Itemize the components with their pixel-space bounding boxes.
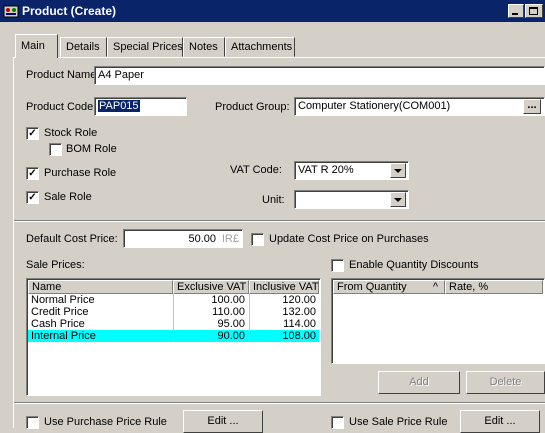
price-inclusive: 114.00 [283, 318, 316, 330]
product-name-input[interactable]: A4 Paper [94, 66, 545, 85]
sale-rule-edit-label: Edit ... [484, 415, 516, 427]
grid-line [249, 294, 250, 342]
price-exclusive: 100.00 [211, 294, 245, 306]
use-purchase-price-rule-label: Use Purchase Price Rule [44, 416, 167, 428]
column-header-inclusive[interactable]: Inclusive VAT [249, 280, 319, 294]
column-header-rate-label: Rate, % [449, 281, 489, 293]
add-button[interactable]: Add [378, 371, 460, 394]
sort-ascending-icon: ^ [432, 281, 438, 293]
tab-notes-label: Notes [189, 41, 218, 53]
sale-rule-edit-button[interactable]: Edit ... [460, 410, 540, 433]
column-header-from-quantity[interactable]: From Quantity ^ [333, 280, 445, 294]
column-header-inclusive-label: Inclusive VAT [253, 281, 319, 293]
tab-main-label: Main [21, 40, 45, 52]
update-cost-checkbox[interactable] [251, 233, 264, 246]
product-group-lookup-button[interactable]: ... [523, 99, 541, 114]
vat-code-value: VAT R 20% [298, 164, 354, 176]
enable-qty-discounts-label: Enable Quantity Discounts [349, 259, 479, 271]
column-header-rate[interactable]: Rate, % [445, 280, 543, 294]
default-cost-value: 50.00 [188, 233, 216, 245]
purchase-role-label: Purchase Role [44, 167, 117, 179]
tab-attachments[interactable]: Attachments [225, 37, 295, 57]
unit-label: Unit: [262, 194, 285, 206]
price-inclusive: 108.00 [282, 330, 316, 342]
enable-qty-discounts-checkbox[interactable] [331, 259, 344, 272]
separator [14, 402, 545, 404]
vat-code-dropdown-button[interactable] [390, 163, 406, 178]
product-name-label: Product Name: [26, 69, 100, 81]
default-cost-label: Default Cost Price: [26, 233, 118, 245]
price-exclusive: 90.00 [217, 330, 245, 342]
tab-details-label: Details [66, 41, 100, 53]
sale-role-label: Sale Role [44, 191, 92, 203]
sale-prices-table[interactable]: Name Exclusive VAT Inclusive VAT Normal … [26, 278, 321, 396]
product-name-value: A4 Paper [98, 69, 144, 81]
price-name: Credit Price [31, 306, 89, 318]
delete-button-label: Delete [489, 376, 522, 388]
stock-role-label: Stock Role [44, 127, 98, 139]
tab-notes[interactable]: Notes [183, 37, 225, 57]
tab-attachments-label: Attachments [231, 41, 293, 53]
use-purchase-price-rule-checkbox[interactable] [26, 416, 39, 429]
column-header-name-label: Name [32, 281, 62, 293]
tab-special-prices-label: Special Prices [113, 41, 183, 53]
use-sale-price-rule-checkbox[interactable] [331, 416, 344, 429]
maximize-button[interactable] [525, 4, 543, 18]
price-exclusive: 95.00 [217, 318, 245, 330]
price-name: Internal Price [31, 330, 96, 342]
minimize-icon [512, 13, 518, 15]
default-cost-input[interactable]: 50.00 IR£ [123, 229, 243, 248]
minimize-button[interactable] [508, 4, 524, 18]
purchase-role-checkbox[interactable]: ✓ [26, 167, 39, 180]
chevron-down-icon [394, 198, 402, 202]
unit-dropdown-button[interactable] [390, 192, 406, 207]
column-header-from-quantity-label: From Quantity [337, 281, 407, 293]
qty-discounts-table[interactable]: From Quantity ^ Rate, % [331, 278, 545, 364]
product-group-label: Product Group: [215, 101, 290, 113]
bom-role-checkbox[interactable] [49, 143, 62, 156]
product-code-label: Product Code: [26, 101, 97, 113]
column-header-exclusive[interactable]: Exclusive VAT [173, 280, 249, 294]
price-exclusive: 110.00 [212, 306, 245, 318]
product-code-input[interactable]: PAP015 [94, 97, 187, 116]
ellipsis-icon: ... [527, 99, 537, 111]
update-cost-label: Update Cost Price on Purchases [269, 233, 429, 245]
sale-role-checkbox[interactable]: ✓ [26, 191, 39, 204]
add-button-label: Add [409, 376, 429, 388]
chevron-down-icon [394, 169, 402, 173]
column-header-exclusive-label: Exclusive VAT [177, 281, 247, 293]
product-group-value: Computer Stationery(COM001) [298, 100, 451, 112]
use-sale-price-rule-label: Use Sale Price Rule [349, 416, 448, 428]
vat-code-label: VAT Code: [230, 164, 282, 176]
app-icon [3, 5, 19, 18]
price-name: Normal Price [31, 294, 95, 306]
delete-button[interactable]: Delete [466, 371, 545, 394]
title-bar: Product (Create) [0, 0, 545, 22]
maximize-icon [529, 7, 538, 15]
purchase-rule-edit-label: Edit ... [207, 415, 239, 427]
separator [14, 220, 545, 222]
tab-main[interactable]: Main [15, 34, 58, 58]
bom-role-label: BOM Role [66, 143, 117, 155]
price-inclusive: 132.00 [282, 306, 316, 318]
price-inclusive: 120.00 [282, 294, 316, 306]
stock-role-checkbox[interactable]: ✓ [26, 127, 39, 140]
sale-prices-label: Sale Prices: [26, 259, 85, 271]
product-group-input[interactable]: Computer Stationery(COM001) [294, 97, 545, 116]
column-header-name[interactable]: Name [28, 280, 173, 294]
currency-suffix: IR£ [221, 233, 239, 245]
product-code-value: PAP015 [98, 100, 140, 112]
tab-details[interactable]: Details [60, 37, 107, 57]
purchase-rule-edit-button[interactable]: Edit ... [183, 410, 263, 433]
grid-line [173, 294, 174, 342]
price-name: Cash Price [31, 318, 85, 330]
window-title: Product (Create) [22, 4, 117, 18]
tab-special-prices[interactable]: Special Prices [107, 37, 183, 57]
